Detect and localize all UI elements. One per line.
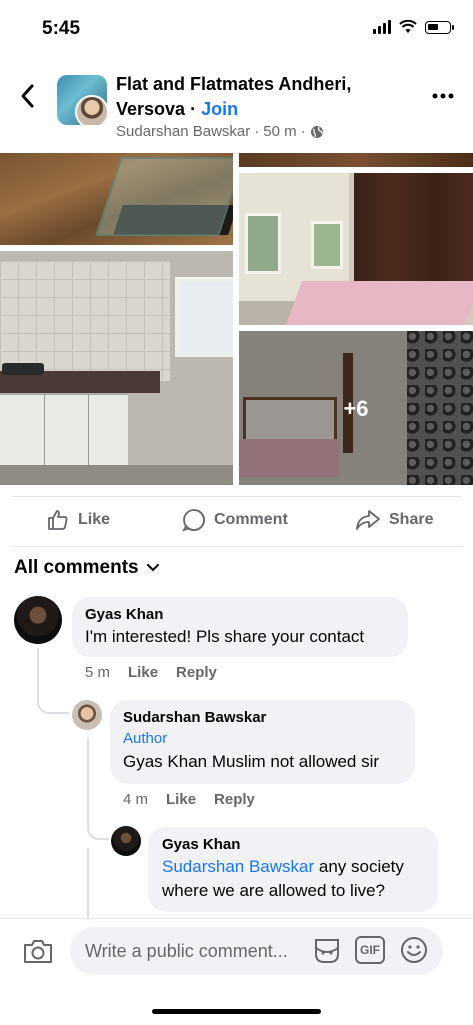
like-button[interactable]: Like [46,508,110,532]
comment-bubble: Sudarshan Bawskar Author Gyas Khan Musli… [110,700,415,784]
gif-icon[interactable]: GIF [355,936,385,964]
comment-like-button[interactable]: Like [128,664,158,681]
photo-kitchen[interactable] [0,251,233,485]
thread-line [87,848,89,918]
thread-line [37,648,69,714]
emoji-icon[interactable] [399,935,429,965]
like-label: Like [78,511,111,528]
comment-author[interactable]: Sudarshan Bawskar [123,708,402,728]
comment-button[interactable]: Comment [182,508,288,532]
comment-input-placeholder: Write a public comment... [85,941,288,961]
status-icons [373,20,454,34]
comment-time[interactable]: 5 m [85,664,110,681]
comment-label: Comment [214,511,288,528]
comment-author[interactable]: Gyas Khan [162,835,424,855]
post-title: Flat and Flatmates Andheri, Versova · Jo… [116,72,386,122]
photo-wood-floor[interactable] [239,153,473,167]
comment-bubble: Gyas Khan Sudarshan Bawskar any society … [148,827,438,912]
comment-text: I'm interested! Pls share your contact [85,627,365,646]
comment-text: Sudarshan Bawskar any society where we a… [162,855,424,903]
status-time: 5:45 [42,18,81,39]
battery-icon [425,20,454,34]
home-indicator[interactable] [152,1009,321,1014]
signal-icon [373,20,391,34]
meta-dot: · [254,123,260,140]
comment-text: Gyas Khan Muslim not allowed sir [123,752,380,771]
post-time[interactable]: 50 m [263,123,296,140]
group-avatar[interactable] [57,75,107,125]
gif-label: GIF [360,943,380,957]
comment-reply-button[interactable]: Reply [176,664,217,681]
post-author[interactable]: Sudarshan Bawskar [116,123,250,140]
share-label: Share [389,511,434,528]
photo-bedroom[interactable] [239,173,473,325]
comment-meta: 4 m Like Reply [123,791,255,808]
share-icon [356,510,380,530]
avatar[interactable] [111,826,141,856]
camera-icon[interactable] [22,936,54,966]
sticker-icon[interactable] [312,934,342,966]
title-separator: · [185,99,202,119]
join-button[interactable]: Join [201,99,238,119]
comments-filter[interactable]: All comments [14,557,159,579]
more-photos-count[interactable]: +6 [239,396,473,422]
comments-filter-label: All comments [14,557,139,578]
avatar[interactable] [14,596,62,644]
post-meta: Sudarshan Bawskar · 50 m · [116,123,324,140]
wifi-icon [399,20,417,33]
comment-bubble: Gyas Khan I'm interested! Pls share your… [72,597,408,657]
chevron-down-icon [146,564,159,572]
comment-time[interactable]: 4 m [123,791,148,808]
meta-dot: · [300,123,306,140]
comment-mention[interactable]: Sudarshan Bawskar [162,857,314,876]
more-icon[interactable] [432,88,454,104]
divider [12,546,461,547]
comment-meta: 5 m Like Reply [85,664,217,681]
back-icon[interactable] [16,82,40,110]
comment-like-button[interactable]: Like [166,791,196,808]
comment-reply-button[interactable]: Reply [214,791,255,808]
globe-icon [310,125,323,138]
share-button[interactable]: Share [355,508,433,532]
thread-line [87,738,109,840]
divider [12,496,461,497]
photo-glass-table[interactable] [0,153,233,245]
author-badge: Author [123,730,168,747]
comment-author[interactable]: Gyas Khan [85,605,395,625]
comment-icon [182,509,205,532]
author-avatar [75,95,107,125]
like-icon [48,510,68,530]
avatar[interactable] [72,700,102,730]
comment-input[interactable]: Write a public comment... [70,927,443,975]
